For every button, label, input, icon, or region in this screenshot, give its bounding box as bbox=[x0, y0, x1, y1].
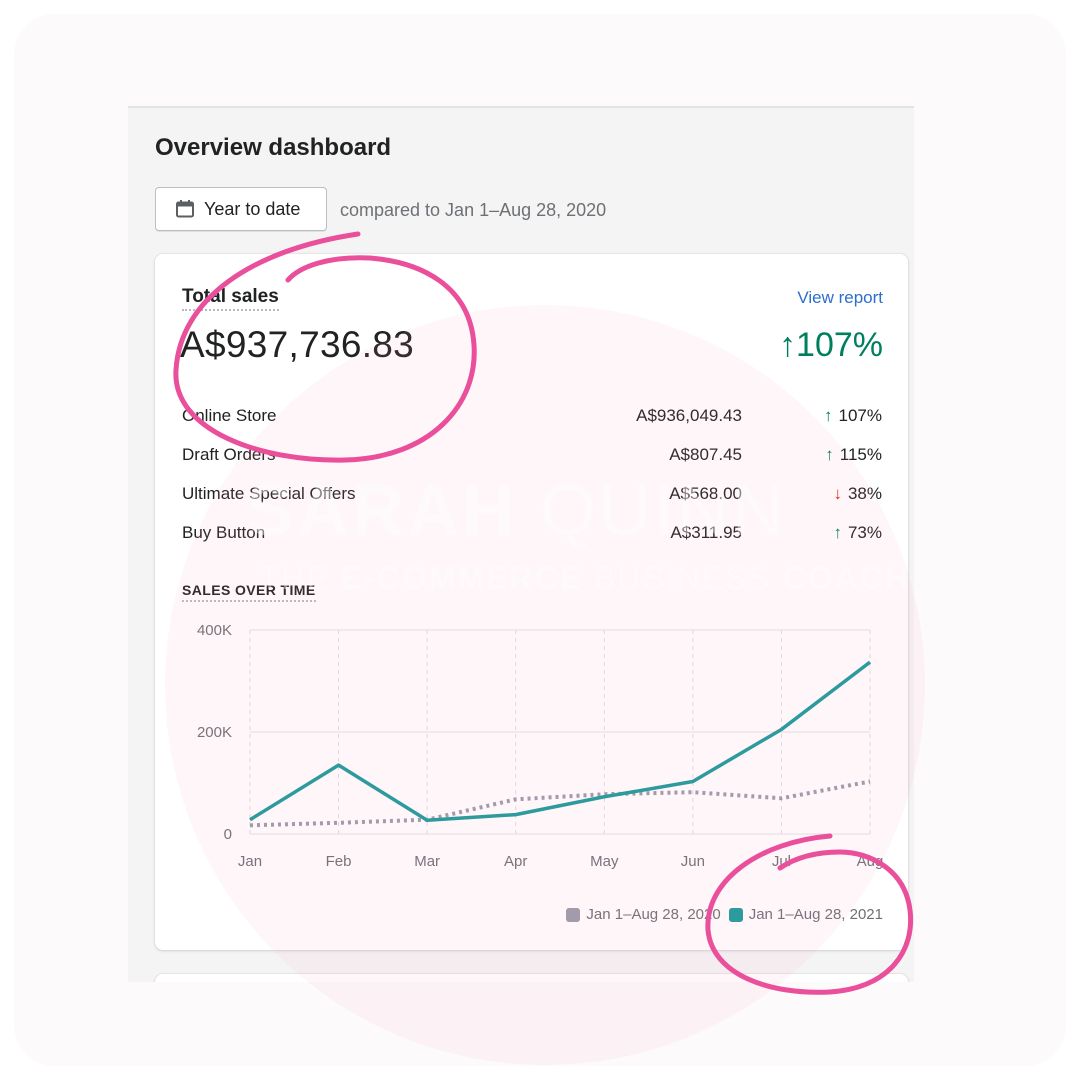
arrow-up-icon: ↑ bbox=[779, 326, 797, 364]
calendar-icon bbox=[176, 200, 194, 218]
chart-legend: Jan 1–Aug 28, 2020 Jan 1–Aug 28, 2021 bbox=[558, 906, 883, 923]
y-tick-label: 200K bbox=[197, 724, 232, 741]
x-tick-label: May bbox=[590, 853, 619, 870]
legend-swatch-current bbox=[728, 907, 743, 922]
legend-swatch-previous bbox=[566, 907, 581, 922]
x-tick-label: Apr bbox=[504, 853, 527, 870]
arrow-up-icon: ↑ bbox=[824, 406, 833, 425]
x-tick-label: Mar bbox=[414, 853, 440, 870]
channel-change-value: 38% bbox=[847, 484, 882, 503]
y-tick-label: 0 bbox=[224, 826, 232, 843]
sales-over-time-title[interactable]: SALES OVER TIME bbox=[182, 582, 316, 602]
legend-label-current: Jan 1–Aug 28, 2021 bbox=[748, 906, 883, 923]
legend-label-previous: Jan 1–Aug 28, 2020 bbox=[586, 906, 721, 923]
channel-change-value: 107% bbox=[838, 406, 882, 425]
date-range-label: Year to date bbox=[204, 198, 301, 219]
channel-change: ↑ 107% bbox=[824, 406, 882, 426]
x-tick-label: Jul bbox=[772, 853, 791, 870]
channel-amount: A$311.95 bbox=[670, 523, 742, 542]
series-line-current bbox=[249, 660, 872, 822]
sales-over-time-chart: 0 200K 400K Jan Feb Mar Apr May Jun Jul Aug bbox=[197, 622, 884, 870]
arrow-up-icon: ↑ bbox=[825, 445, 834, 464]
x-tick-label: Jun bbox=[681, 853, 705, 870]
channel-amount: A$807.45 bbox=[669, 445, 742, 464]
channel-name: Draft Orders bbox=[182, 445, 276, 464]
comparison-text: compared to Jan 1–Aug 28, 2020 bbox=[340, 200, 607, 220]
channel-change: ↑ 73% bbox=[833, 523, 882, 543]
total-sales-label[interactable]: Total sales bbox=[182, 286, 279, 311]
view-report-link[interactable]: View report bbox=[797, 288, 883, 308]
channel-change: ↓ 38% bbox=[833, 484, 882, 504]
date-range-button[interactable]: Year to date bbox=[155, 187, 327, 231]
page-title: Overview dashboard bbox=[155, 134, 392, 161]
breakdown-row: Online Store A$936,049.43 ↑ 107% bbox=[182, 406, 882, 445]
channel-change-value: 115% bbox=[839, 445, 882, 464]
channel-name: Ultimate Special Offers bbox=[182, 484, 356, 503]
channel-name: Online Store bbox=[182, 406, 277, 425]
breakdown-row: Buy Button A$311.95 ↑ 73% bbox=[182, 523, 882, 562]
channel-name: Buy Button bbox=[182, 523, 266, 542]
series-line-previous bbox=[249, 779, 871, 828]
arrow-up-icon: ↑ bbox=[833, 523, 842, 542]
dashboard-panel: Overview dashboard Year to date compared… bbox=[128, 106, 914, 982]
sales-breakdown: Online Store A$936,049.43 ↑ 107% Draft Or… bbox=[182, 406, 882, 562]
legend-item-previous[interactable]: Jan 1–Aug 28, 2020 bbox=[566, 906, 721, 923]
total-sales-change: ↑107% bbox=[779, 326, 883, 365]
x-tick-label: Jan bbox=[238, 853, 262, 870]
y-tick-label: 400K bbox=[197, 622, 232, 639]
breakdown-row: Draft Orders A$807.45 ↑ 115% bbox=[182, 445, 882, 484]
channel-amount: A$568.00 bbox=[669, 484, 742, 503]
legend-item-current[interactable]: Jan 1–Aug 28, 2021 bbox=[728, 906, 883, 923]
channel-amount: A$936,049.43 bbox=[636, 406, 742, 425]
channel-change-value: 73% bbox=[847, 523, 882, 542]
breakdown-row: Ultimate Special Offers A$568.00 ↓ 38% bbox=[182, 484, 882, 523]
arrow-down-icon: ↓ bbox=[833, 484, 842, 503]
channel-change: ↑ 115% bbox=[825, 445, 882, 465]
total-sales-value: A$937,736.83 bbox=[180, 324, 415, 365]
x-tick-label: Feb bbox=[326, 853, 352, 870]
total-sales-change-value: 107% bbox=[796, 326, 883, 364]
total-sales-card: Total sales View report A$937,736.83 ↑10… bbox=[155, 254, 908, 950]
next-card bbox=[155, 974, 908, 982]
x-tick-label: Aug bbox=[857, 853, 884, 870]
